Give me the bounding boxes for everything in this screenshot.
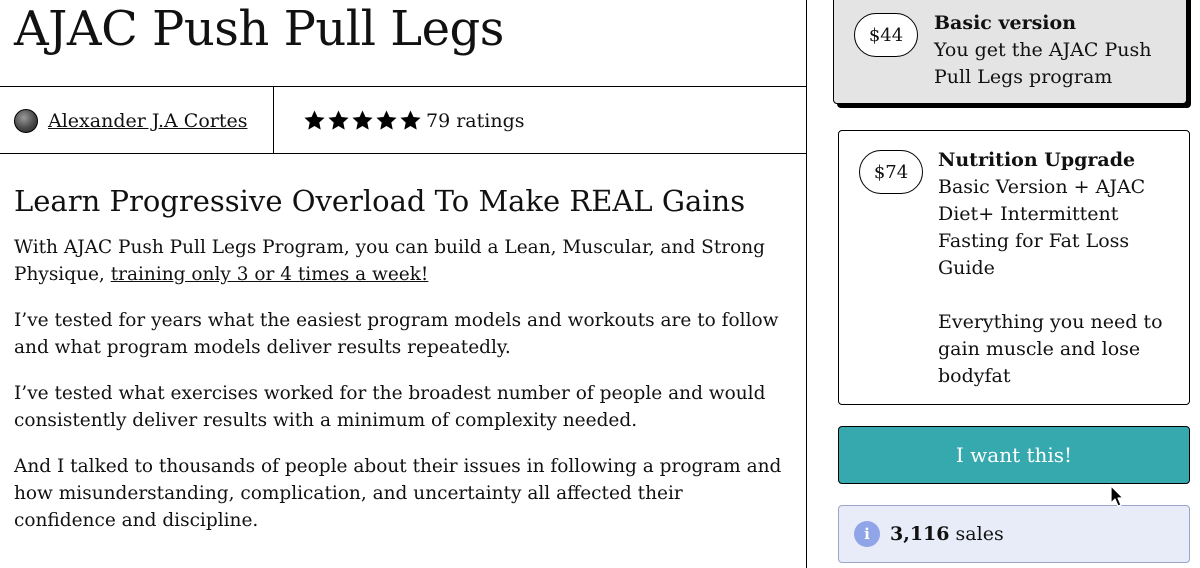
mouse-cursor-icon xyxy=(1110,485,1124,507)
star-icon xyxy=(400,110,421,130)
star-icon xyxy=(328,110,349,130)
option-text: Nutrition Upgrade Basic Version + AJAC D… xyxy=(938,147,1178,390)
avatar xyxy=(14,108,38,133)
description-paragraph-3: I’ve tested what exercises worked for th… xyxy=(14,383,766,431)
option-text: Basic version You get the AJAC Push Pull… xyxy=(934,10,1174,91)
author[interactable]: Alexander J.A Cortes xyxy=(14,87,247,154)
star-icon xyxy=(352,110,373,130)
option-description-extra: Everything you need to gain muscle and l… xyxy=(938,311,1163,387)
meta-divider xyxy=(273,87,274,154)
rating-count: 79 ratings xyxy=(426,109,525,132)
option-name: Basic version xyxy=(934,12,1077,34)
product-description: Learn Progressive Overload To Make REAL … xyxy=(14,180,784,553)
buy-button[interactable]: I want this! xyxy=(838,426,1190,484)
description-headline: Learn Progressive Overload To Make REAL … xyxy=(14,184,746,218)
description-paragraph-1: With AJAC Push Pull Legs Program, you ca… xyxy=(14,234,784,288)
star-icon xyxy=(376,110,397,130)
rating[interactable]: 79 ratings xyxy=(303,87,525,154)
product-title: AJAC Push Pull Legs xyxy=(14,1,504,57)
sales-text: 3,116 sales xyxy=(890,523,1004,545)
description-paragraph-4: And I talked to thousands of people abou… xyxy=(14,456,782,531)
option-description: You get the AJAC Push Pull Legs program xyxy=(934,39,1152,88)
description-paragraph-2: I’ve tested for years what the easiest p… xyxy=(14,310,779,358)
option-name: Nutrition Upgrade xyxy=(938,149,1136,171)
author-link[interactable]: Alexander J.A Cortes xyxy=(48,110,247,132)
underlined-text: training only 3 or 4 times a week! xyxy=(110,264,429,285)
star-icon xyxy=(304,110,325,130)
sales-box: i 3,116 sales xyxy=(838,505,1190,563)
rating-stars xyxy=(303,109,422,132)
option-basic-version[interactable]: $44 Basic version You get the AJAC Push … xyxy=(833,0,1187,104)
price-pill: $74 xyxy=(859,150,923,194)
sales-count: 3,116 xyxy=(890,523,950,545)
product-main: AJAC Push Pull Legs Alexander J.A Cortes… xyxy=(0,0,807,568)
info-icon: i xyxy=(854,521,880,547)
product-meta-row: Alexander J.A Cortes 79 ratings xyxy=(0,87,807,154)
option-nutrition-upgrade[interactable]: $74 Nutrition Upgrade Basic Version + AJ… xyxy=(838,130,1190,405)
sales-label: sales xyxy=(955,523,1004,545)
price-pill: $44 xyxy=(854,13,918,57)
option-description: Basic Version + AJAC Diet+ Intermittent … xyxy=(938,176,1146,279)
